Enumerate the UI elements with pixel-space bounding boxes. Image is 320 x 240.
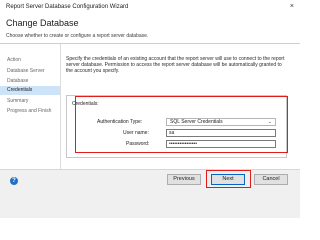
cancel-button[interactable]: Cancel (254, 174, 288, 185)
credentials-description: Specify the credentials of an existing a… (66, 56, 285, 74)
password-field[interactable]: •••••••••••••••• (166, 140, 276, 148)
credentials-group (66, 95, 287, 158)
authentication-type-value: SQL Server Credentials (170, 119, 223, 125)
authentication-type-label: Authentication Type: (97, 119, 143, 125)
username-field[interactable]: sa (166, 129, 276, 137)
nav-item-database-server[interactable]: Database Server (7, 67, 45, 75)
window-title: Report Server Database Configuration Wiz… (6, 4, 129, 10)
title-bar: Report Server Database Configuration Wiz… (0, 0, 300, 14)
close-icon[interactable]: × (290, 0, 294, 14)
chevron-down-icon: ⌄ (267, 119, 272, 125)
credentials-heading: Credentials: (72, 101, 99, 107)
nav-item-action[interactable]: Action (7, 56, 21, 64)
nav-item-summary[interactable]: Summary (7, 97, 28, 105)
password-label: Password: (126, 141, 150, 147)
nav-item-credentials[interactable]: Credentials (0, 86, 60, 95)
nav-item-progress-and-finish[interactable]: Progress and Finish (7, 107, 51, 115)
authentication-type-select[interactable]: SQL Server Credentials ⌄ (166, 118, 276, 126)
username-label: User name: (123, 130, 149, 136)
page-title: Change Database (6, 18, 79, 28)
help-icon[interactable]: ? (10, 177, 18, 185)
previous-button[interactable]: Previous (167, 174, 201, 185)
nav-item-database[interactable]: Database (7, 77, 28, 85)
next-button[interactable]: Next (211, 174, 245, 185)
page-subtitle: Choose whether to create or configure a … (6, 33, 149, 39)
wizard-header: Change Database Choose whether to create… (0, 14, 300, 43)
